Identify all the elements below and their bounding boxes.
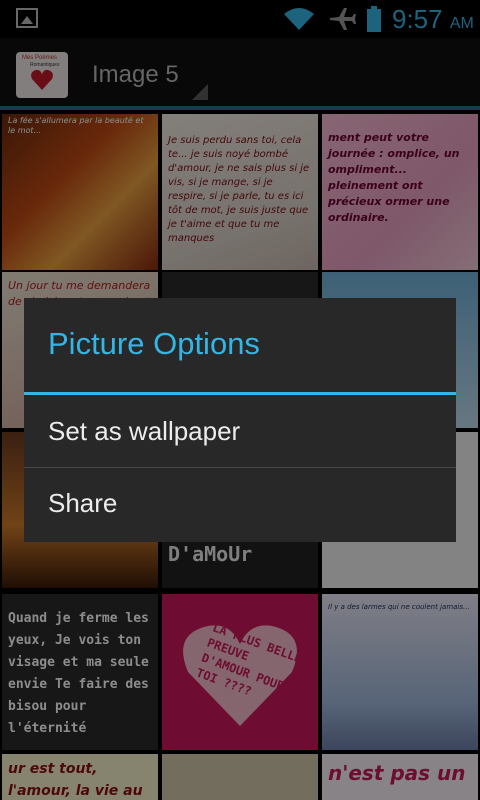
option-label: Share — [48, 488, 118, 518]
dialog-title-divider — [24, 392, 456, 395]
dialog-title: Picture Options — [48, 326, 260, 361]
picture-options-dialog: Picture Options Set as wallpaper Share — [24, 298, 456, 542]
share-option[interactable]: Share — [24, 468, 456, 540]
option-label: Set as wallpaper — [48, 416, 241, 446]
set-as-wallpaper-option[interactable]: Set as wallpaper — [24, 396, 456, 468]
